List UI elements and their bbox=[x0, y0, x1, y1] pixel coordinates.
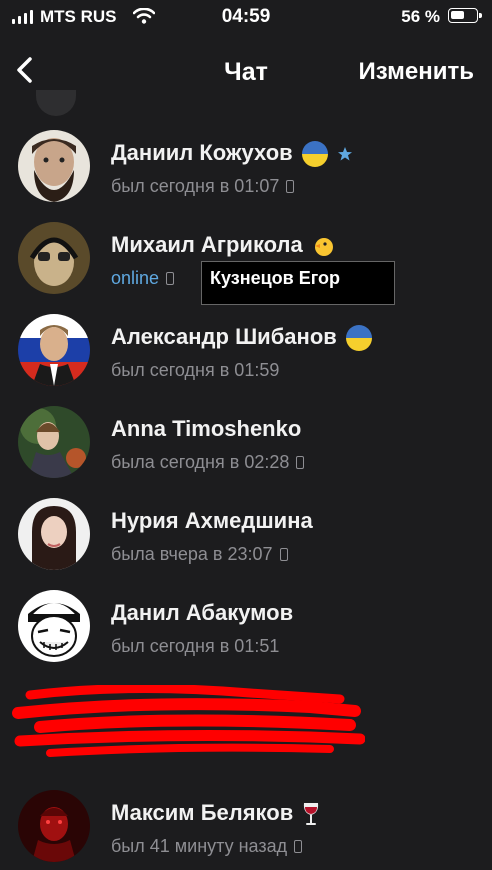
chat-row-daniil-kozhukhov[interactable]: Даниил Кожухов был сегодня в 01:07 bbox=[0, 118, 492, 210]
ukraine-flag-icon bbox=[345, 325, 372, 352]
edit-button[interactable]: Изменить bbox=[359, 58, 474, 86]
contact-name: Александр Шибанов bbox=[111, 324, 373, 352]
last-seen: был сегодня в 01:07 bbox=[111, 176, 295, 197]
redaction-scribble bbox=[12, 685, 365, 757]
contact-name: Данил Абакумов bbox=[111, 600, 294, 625]
avatar bbox=[18, 590, 90, 662]
phone-icon bbox=[286, 180, 295, 193]
battery-icon bbox=[448, 8, 482, 23]
chick-emoji-icon bbox=[314, 238, 333, 257]
avatar bbox=[18, 222, 90, 294]
star-icon bbox=[337, 147, 352, 161]
contact-name: Максим Беляков bbox=[111, 800, 321, 827]
last-seen: была вчера в 23:07 bbox=[111, 544, 288, 565]
status-bar: MTS RUS 04:59 56 % bbox=[0, 0, 492, 34]
last-seen: был сегодня в 01:51 bbox=[111, 636, 280, 656]
contact-name: Anna Timoshenko bbox=[111, 416, 302, 441]
avatar bbox=[18, 130, 90, 202]
ukraine-flag-icon bbox=[301, 141, 328, 168]
last-seen: online bbox=[111, 268, 175, 289]
chat-row-anna-timoshenko[interactable]: Anna Timoshenko была сегодня в 02:28 bbox=[0, 394, 492, 486]
contact-name: Михаил Агрикола bbox=[111, 232, 335, 258]
previous-avatar-partial bbox=[36, 90, 76, 116]
last-seen: был 41 минуту назад bbox=[111, 836, 303, 857]
phone-icon bbox=[166, 272, 175, 285]
last-seen: была сегодня в 02:28 bbox=[111, 452, 305, 473]
contact-name: Нурия Ахмедшина bbox=[111, 508, 313, 533]
avatar bbox=[18, 406, 90, 478]
chat-row-nuriya-akhmedshina[interactable]: Нурия Ахмедшина была вчера в 23:07 bbox=[0, 486, 492, 578]
phone-icon bbox=[296, 456, 305, 469]
phone-icon bbox=[294, 840, 303, 853]
battery-percent: 56 % bbox=[401, 7, 440, 26]
chat-row-danil-abakumov[interactable]: Данил Абакумов был сегодня в 01:51 bbox=[0, 578, 492, 670]
chat-row-aleksandr-shibanov[interactable]: Александр Шибанов был сегодня в 01:59 bbox=[0, 302, 492, 394]
phone-icon bbox=[279, 548, 288, 561]
chat-row-maksim-belyakov[interactable]: Максим Беляков был 41 минуту назад bbox=[0, 778, 492, 870]
avatar bbox=[18, 498, 90, 570]
last-seen: был сегодня в 01:59 bbox=[111, 360, 280, 380]
avatar bbox=[18, 314, 90, 386]
wine-glass-icon bbox=[304, 803, 319, 826]
name-tooltip: Кузнецов Егор bbox=[201, 261, 395, 305]
avatar bbox=[18, 790, 90, 862]
contact-name: Даниил Кожухов bbox=[111, 140, 353, 168]
